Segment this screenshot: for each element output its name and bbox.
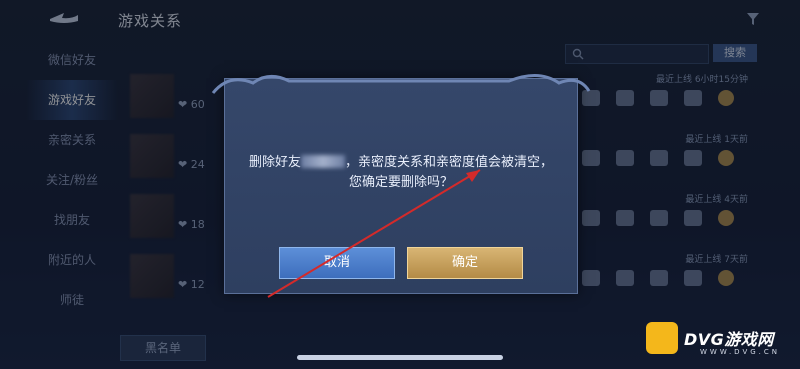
blurred-friend-name bbox=[301, 155, 345, 168]
dialog-question: 您确定要删除吗？ bbox=[348, 175, 453, 190]
confirm-button[interactable]: 确定 bbox=[407, 247, 523, 279]
home-indicator[interactable] bbox=[297, 355, 503, 360]
watermark-text: DVG游戏网 bbox=[684, 330, 774, 349]
watermark-logo bbox=[646, 322, 678, 354]
cloud-ornament-icon bbox=[211, 74, 591, 94]
watermark-url: WWW.DVG.CN bbox=[700, 348, 781, 356]
delete-friend-dialog: 删除好友 ，亲密度关系和亲密度值会被清空， 您确定要删除吗？ 取消 确定 bbox=[211, 74, 591, 294]
dialog-message-suffix: ，亲密度关系和亲密度值会被清空， bbox=[345, 155, 554, 170]
cancel-button[interactable]: 取消 bbox=[279, 247, 395, 279]
dialog-message: 删除好友 ，亲密度关系和亲密度值会被清空， 您确定要删除吗？ bbox=[225, 153, 577, 193]
dialog-message-prefix: 删除好友 bbox=[248, 155, 301, 170]
